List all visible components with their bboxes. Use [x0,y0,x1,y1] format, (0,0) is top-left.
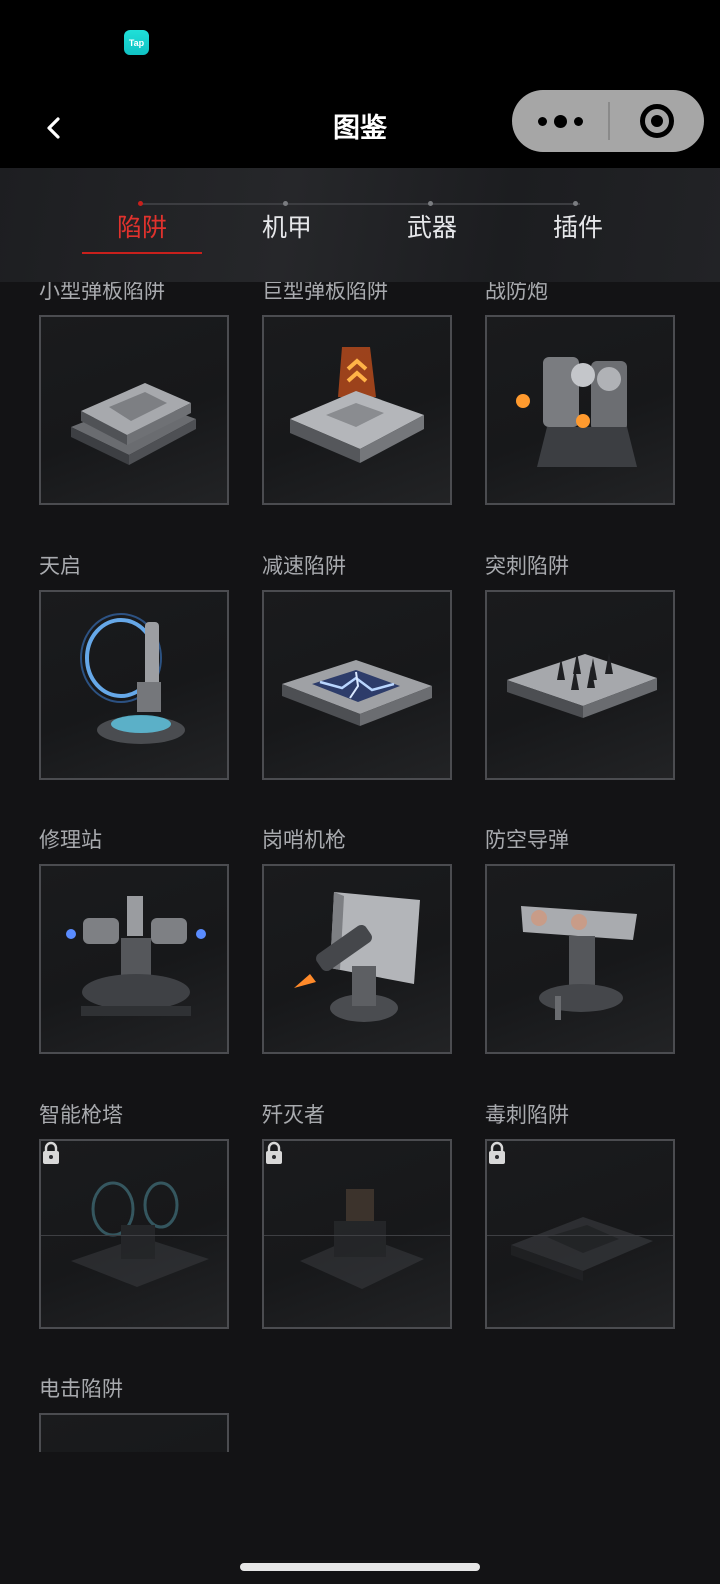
item-name: 突刺陷阱 [485,554,569,578]
item-name: 防空导弹 [485,828,569,852]
item-image-frame[interactable] [485,315,675,505]
item-name: 修理站 [39,828,102,852]
item-name: 岗哨机枪 [262,828,346,852]
giant-jump-pad-image [290,347,424,463]
item-name: 毒刺陷阱 [485,1103,569,1127]
item-image-frame[interactable] [262,315,452,505]
repair-station-image [66,896,206,1016]
item-image-frame[interactable] [262,590,452,780]
tab-weapons[interactable]: 武器 [372,208,492,244]
tab-mechs[interactable]: 机甲 [227,208,347,244]
venom-spike-trap-image [511,1217,653,1281]
slow-trap-image [282,660,432,726]
lock-icon [266,1141,282,1164]
item-name: 减速陷阱 [262,554,346,578]
home-indicator[interactable] [240,1563,480,1571]
close-mini-program-button[interactable] [610,90,704,152]
item-image-frame[interactable] [39,315,229,505]
apocalypse-turret-image [80,613,185,744]
item-name: 天启 [39,554,81,578]
tab-marker [283,201,288,206]
tabs-track [140,203,580,205]
dot-icon [573,116,583,126]
item-name: 智能枪塔 [39,1103,123,1127]
lock-icon [489,1141,505,1164]
item-name: 战防炮 [485,282,548,303]
more-button[interactable] [512,90,608,152]
anti-air-missile-image [521,906,637,1020]
annihilator-image [300,1189,424,1289]
tap-app-icon: Tap [124,30,149,55]
nav-bar: 图鉴 [0,88,720,168]
status-bar: Tap [0,0,720,88]
item-image-frame[interactable] [39,590,229,780]
sentry-gun-image [294,892,420,1022]
dot-icon [537,116,547,126]
item-image-frame[interactable] [39,1413,229,1452]
item-name: 巨型弹板陷阱 [262,282,388,303]
item-name: 电击陷阱 [39,1377,123,1401]
item-image-frame[interactable] [485,590,675,780]
dot-icon [553,114,567,128]
tab-marker [138,201,143,206]
lock-icon [43,1141,59,1164]
smart-turret-image [71,1181,209,1287]
active-tab-indicator [82,252,202,254]
tab-marker [573,201,578,206]
item-image-frame[interactable] [39,864,229,1054]
item-image-frame[interactable] [262,1139,452,1329]
item-image-frame[interactable] [485,1139,675,1329]
spike-trap-image [507,652,657,718]
item-image-frame[interactable] [485,864,675,1054]
tab-plugins[interactable]: 插件 [518,208,638,244]
tab-marker [428,201,433,206]
item-grid[interactable]: 小型弹板陷阱 巨型弹板陷阱 战防炮 天启 减速陷阱 突刺陷阱 修理站 岗哨机枪 … [0,282,720,1452]
item-image-frame[interactable] [39,1139,229,1329]
anti-tank-cannon-image [516,357,637,467]
mini-program-capsule [512,90,704,152]
tab-traps[interactable]: 陷阱 [82,208,202,244]
item-image-frame[interactable] [262,864,452,1054]
small-jump-pad-image [71,383,196,465]
item-name: 小型弹板陷阱 [39,282,165,303]
target-icon [640,104,674,138]
item-name: 歼灭者 [262,1103,325,1127]
